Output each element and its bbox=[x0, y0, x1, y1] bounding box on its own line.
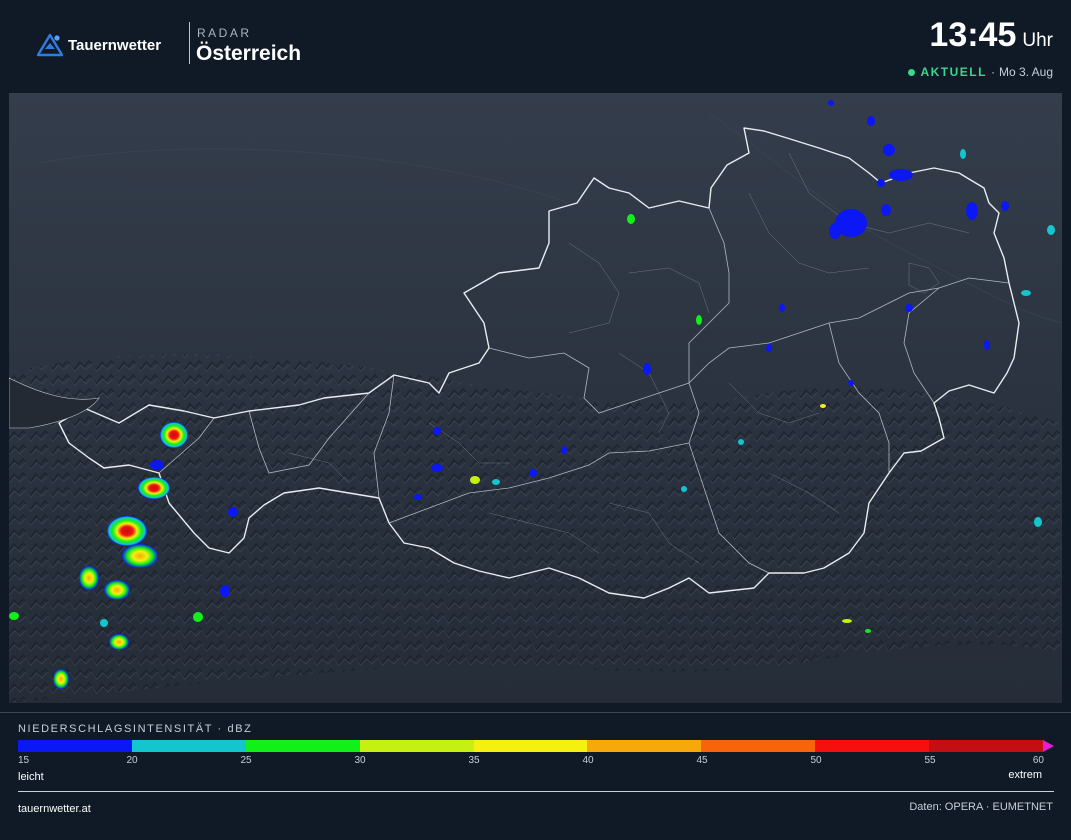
echo bbox=[842, 619, 852, 623]
storm-cell bbox=[53, 669, 69, 689]
echo bbox=[960, 149, 966, 159]
echo bbox=[865, 629, 871, 633]
scale-tick-label: 55 bbox=[924, 755, 936, 766]
clock-time: 13:45 bbox=[929, 16, 1017, 54]
storm-cell bbox=[138, 477, 170, 499]
scale-tick-label: 40 bbox=[582, 755, 594, 766]
echo bbox=[220, 585, 230, 597]
page-title: Österreich bbox=[196, 42, 302, 65]
echo bbox=[905, 304, 913, 312]
echo bbox=[1021, 290, 1031, 296]
echo bbox=[643, 363, 651, 375]
echo bbox=[984, 340, 990, 350]
echo bbox=[829, 223, 841, 239]
storm-cell bbox=[109, 634, 129, 650]
scale-segment bbox=[815, 740, 930, 752]
scale-tick-label: 15 bbox=[18, 755, 30, 766]
storm-cell bbox=[104, 580, 130, 600]
scale-ticks: 15 20 25 30 35 40 45 50 55 60 bbox=[18, 755, 1044, 769]
scale-high-label: extrem bbox=[1008, 769, 1042, 781]
echo bbox=[150, 460, 164, 470]
header: Tauernwetter RADAR Österreich 13:45 Uhr … bbox=[0, 0, 1071, 88]
echo bbox=[470, 476, 480, 484]
scale-tick-label: 60 bbox=[1032, 755, 1044, 766]
echo bbox=[433, 427, 441, 435]
scale-segment bbox=[587, 740, 702, 752]
scale-tick-label: 20 bbox=[126, 755, 138, 766]
storm-cell bbox=[122, 544, 158, 568]
radar-map-canvas bbox=[9, 93, 1062, 703]
storm-cell bbox=[107, 516, 147, 546]
echo bbox=[883, 144, 895, 156]
echo bbox=[1034, 517, 1042, 527]
scale-tick-label: 35 bbox=[468, 755, 480, 766]
scale-low-label: leicht bbox=[18, 771, 44, 783]
scale-segment bbox=[131, 740, 246, 752]
echo bbox=[848, 380, 854, 386]
echo bbox=[529, 469, 537, 477]
scale-segment bbox=[929, 740, 1044, 752]
clock: 13:45 Uhr bbox=[929, 16, 1053, 55]
scale-tick-label: 45 bbox=[696, 755, 708, 766]
header-divider bbox=[189, 22, 190, 64]
scale-tick-label: 50 bbox=[810, 755, 822, 766]
scale-overflow-arrow-icon bbox=[1043, 740, 1055, 752]
echo bbox=[889, 169, 913, 181]
data-credits: Daten: OPERA · EUMETNET bbox=[909, 801, 1053, 813]
echo bbox=[766, 344, 772, 352]
status-line: AKTUELL · Mo 3. Aug bbox=[908, 65, 1053, 79]
echo bbox=[414, 494, 422, 500]
scale-segment bbox=[701, 740, 816, 752]
brand-name: Tauernwetter bbox=[68, 36, 162, 54]
status-live: AKTUELL bbox=[920, 65, 987, 79]
echo bbox=[877, 179, 885, 187]
echo bbox=[681, 486, 687, 492]
echo bbox=[867, 116, 875, 126]
scale-segment bbox=[473, 740, 588, 752]
echo bbox=[561, 446, 567, 454]
echo bbox=[881, 204, 891, 216]
legend-divider bbox=[0, 712, 1071, 713]
mountain-triangle-icon bbox=[36, 33, 64, 57]
echo bbox=[738, 439, 744, 445]
echo bbox=[966, 202, 978, 220]
storm-cell bbox=[79, 566, 99, 590]
echo bbox=[431, 464, 443, 472]
scale-tick-label: 30 bbox=[354, 755, 366, 766]
live-dot-icon bbox=[908, 68, 916, 76]
site-link[interactable]: tauernwetter.at bbox=[18, 803, 91, 815]
radar-map[interactable] bbox=[9, 93, 1062, 703]
echo bbox=[820, 404, 826, 408]
echo bbox=[1047, 225, 1055, 235]
status-separator: · bbox=[990, 65, 995, 79]
echo bbox=[627, 214, 635, 224]
echo bbox=[492, 479, 500, 485]
brand[interactable]: Tauernwetter bbox=[36, 32, 161, 58]
scale-segment bbox=[245, 740, 360, 752]
echo bbox=[828, 100, 834, 106]
storm-cell bbox=[160, 422, 188, 448]
color-scale bbox=[18, 740, 1055, 754]
scale-tick-label: 25 bbox=[240, 755, 252, 766]
page-kicker: RADAR bbox=[197, 26, 252, 40]
echo bbox=[1001, 201, 1009, 211]
echo bbox=[100, 619, 108, 627]
echo bbox=[9, 612, 19, 620]
echo bbox=[696, 315, 702, 325]
echo bbox=[228, 507, 238, 517]
scale-segment bbox=[18, 740, 132, 752]
echo bbox=[779, 304, 785, 312]
legend-title: NIEDERSCHLAGSINTENSITÄT · dBZ bbox=[18, 723, 253, 735]
status-date: Mo 3. Aug bbox=[998, 65, 1053, 79]
clock-unit: Uhr bbox=[1022, 30, 1053, 51]
footer-divider bbox=[18, 791, 1054, 792]
scale-segment bbox=[359, 740, 474, 752]
echo bbox=[193, 612, 203, 622]
